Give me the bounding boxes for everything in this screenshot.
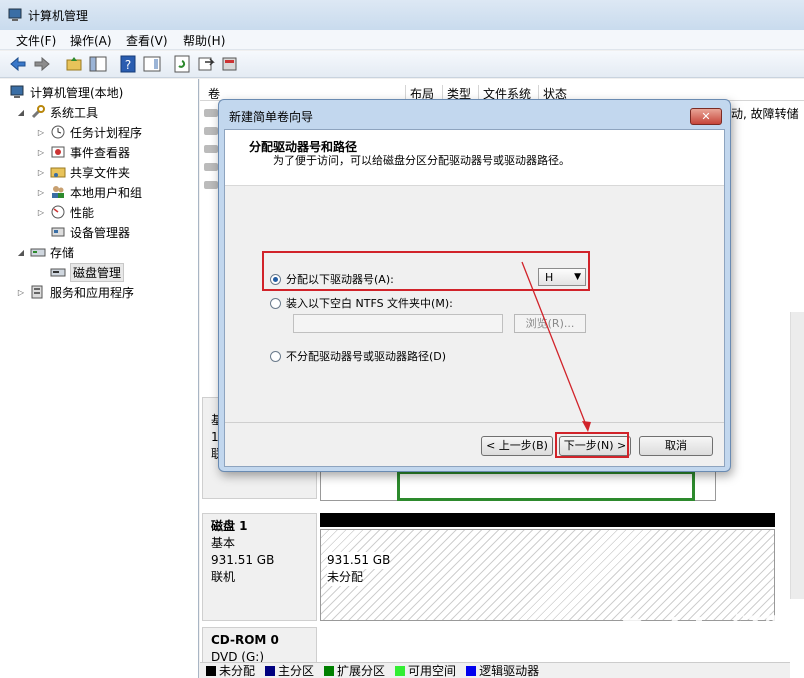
option-mount-folder[interactable]: 装入以下空白 NTFS 文件夹中(M): [270, 295, 453, 311]
legend-item: 主分区 [265, 662, 314, 678]
tree-item-disk-management[interactable]: 磁盘管理 [50, 262, 125, 282]
tree-item-performance[interactable]: ▷ 性能 [36, 203, 94, 221]
disk1-type: 基本 [211, 536, 236, 550]
annotation-highlight-next [555, 432, 629, 458]
tree-item-storage[interactable]: ◢ 存储 [16, 243, 74, 261]
radio-unselected[interactable] [270, 350, 281, 362]
volume-row-icon [204, 109, 218, 117]
tree-item-services-apps[interactable]: ▷ 服务和应用程序 [16, 283, 134, 301]
menu-help[interactable]: 帮助(H) [183, 32, 225, 49]
svg-text:?: ? [125, 58, 131, 72]
tree-item-shared-folders[interactable]: ▷ 共享文件夹 [36, 163, 130, 181]
window-titlebar: 计算机管理 [0, 0, 804, 30]
radio-unselected[interactable] [270, 297, 281, 309]
dialog-body: 分配驱动器号和路径 为了便于访问，可以给磁盘分区分配驱动器号或驱动器路径。 分配… [224, 129, 725, 467]
collapse-triangle-icon[interactable]: ◢ [16, 248, 26, 257]
tree-item-task-scheduler[interactable]: ▷ 任务计划程序 [36, 123, 142, 141]
toolbar: ? [0, 51, 804, 78]
users-icon [50, 184, 66, 200]
legend-item: 逻辑驱动器 [466, 662, 539, 678]
volume-status-text: 动, 故障转储 [731, 107, 799, 121]
tools-icon [30, 104, 46, 120]
annotation-highlight-drive-letter [262, 251, 590, 291]
expand-triangle-icon[interactable]: ▷ [36, 188, 46, 197]
disk1-status: 联机 [211, 570, 236, 584]
tree-item-device-manager[interactable]: 设备管理器 [50, 223, 130, 241]
dialog-header: 分配驱动器号和路径 为了便于访问，可以给磁盘分区分配驱动器号或驱动器路径。 [225, 130, 724, 186]
services-icon [30, 284, 46, 300]
window-title: 计算机管理 [28, 9, 89, 23]
cancel-button[interactable]: 取消 [639, 436, 713, 456]
dialog-separator [225, 422, 724, 423]
menu-action[interactable]: 操作(A) [70, 32, 112, 49]
computer-management-icon [10, 84, 26, 100]
new-simple-volume-wizard: 新建简单卷向导 ✕ 分配驱动器号和路径 为了便于访问，可以给磁盘分区分配驱动器号… [218, 99, 731, 472]
cdrom-label[interactable]: CD-ROM 0 DVD (G:) [202, 627, 317, 664]
tree-item-event-viewer[interactable]: ▷ 事件查看器 [36, 143, 130, 161]
back-arrow-icon[interactable] [8, 54, 28, 74]
back-button[interactable]: < 上一步(B) [481, 436, 553, 456]
disk1-name: 磁盘 1 [211, 519, 248, 533]
refresh-icon[interactable] [172, 54, 192, 74]
tree-item-local-users[interactable]: ▷ 本地用户和组 [36, 183, 142, 201]
up-folder-icon[interactable] [64, 54, 84, 74]
disk-management-icon [50, 264, 66, 280]
help-icon[interactable]: ? [118, 54, 138, 74]
volume-row-icon [204, 127, 218, 135]
expand-triangle-icon[interactable]: ▷ [16, 288, 26, 297]
dialog-subheading: 为了便于访问，可以给磁盘分区分配驱动器号或驱动器路径。 [273, 154, 570, 167]
partition-size: 931.51 GB [327, 552, 391, 569]
menu-view[interactable]: 查看(V) [126, 32, 168, 49]
volume-row-icon [204, 145, 218, 153]
cdrom-name: CD-ROM 0 [211, 633, 279, 647]
disk0-partitions [320, 471, 716, 501]
unallocated-bar [320, 513, 775, 527]
menu-file[interactable]: 文件(F) [16, 32, 56, 49]
computer-management-icon [8, 8, 22, 21]
legend-item: 未分配 [206, 662, 255, 678]
tree-item-root[interactable]: 计算机管理(本地) [10, 83, 123, 101]
volume-row-icon [204, 163, 218, 171]
performance-icon [50, 204, 66, 220]
storage-icon [30, 244, 46, 260]
event-viewer-icon [50, 144, 66, 160]
folder-path-input[interactable] [293, 314, 503, 333]
properties-icon[interactable] [142, 54, 162, 74]
legend-item: 扩展分区 [324, 662, 385, 678]
tree-item-system-tools[interactable]: ◢ 系统工具 [16, 103, 98, 121]
extended-partition[interactable] [397, 471, 695, 501]
clock-icon [50, 124, 66, 140]
dialog-title: 新建简单卷向导 [229, 110, 314, 124]
menu-bar: 文件(F) 操作(A) 查看(V) 帮助(H) [0, 30, 804, 50]
column-volume[interactable]: 卷 [204, 85, 220, 101]
expand-triangle-icon[interactable]: ▷ [36, 148, 46, 157]
expand-triangle-icon[interactable]: ▷ [36, 128, 46, 137]
close-button[interactable]: ✕ [690, 108, 722, 125]
browse-button[interactable]: 浏览(R)... [514, 314, 586, 333]
collapse-triangle-icon[interactable]: ◢ [16, 108, 26, 117]
vertical-scrollbar[interactable] [790, 312, 804, 599]
disk1-label[interactable]: 磁盘 1 基本 931.51 GB 联机 [202, 513, 317, 621]
legend-item: 可用空间 [395, 662, 456, 678]
disk1-size: 931.51 GB [211, 553, 275, 567]
disk-settings-icon[interactable] [220, 54, 240, 74]
expand-triangle-icon[interactable]: ▷ [36, 168, 46, 177]
expand-triangle-icon[interactable]: ▷ [36, 208, 46, 217]
forward-arrow-icon[interactable] [32, 54, 52, 74]
navigation-tree: 计算机管理(本地) ◢ 系统工具 ▷ 任务计划程序 ▷ 事件查看器 ▷ 共享文件… [0, 79, 199, 678]
show-hide-tree-icon[interactable] [88, 54, 108, 74]
option-no-drive-letter[interactable]: 不分配驱动器号或驱动器路径(D) [270, 348, 446, 364]
partition-label: 未分配 [327, 569, 364, 586]
volume-row-icon [204, 181, 218, 189]
watermark-url: jingyan.baidu.com [648, 644, 750, 657]
device-manager-icon [50, 224, 66, 240]
partition-legend: 未分配 主分区 扩展分区 可用空间 逻辑驱动器 [200, 662, 790, 678]
shared-folder-icon [50, 164, 66, 180]
export-list-icon[interactable] [196, 54, 216, 74]
